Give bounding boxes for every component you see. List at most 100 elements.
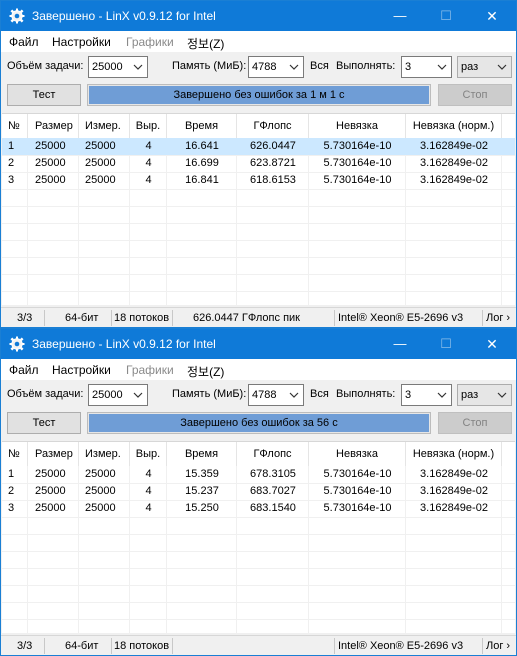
table-row[interactable]: 3 25000 25000 4 16.841 618.6153 5.730164e-10 3.… (2, 172, 515, 189)
all-memory-label[interactable]: Вся (310, 60, 329, 72)
memory-combo[interactable]: 4788 (248, 56, 304, 78)
status-separator (44, 638, 45, 654)
minimize-button[interactable]: — (377, 1, 423, 31)
grid-line (2, 585, 515, 586)
column-header[interactable]: Измер. (79, 114, 130, 138)
menu-info[interactable]: 정보(Z) (187, 35, 224, 52)
grid-line (2, 206, 515, 207)
column-header[interactable]: Выр. (130, 114, 167, 138)
progress-text: Завершено без ошибок за 1 м 1 с (173, 89, 345, 101)
column-header[interactable]: Измер. (79, 442, 130, 466)
all-memory-label[interactable]: Вся (310, 388, 329, 400)
table-cell: 5.730164e-10 (323, 157, 392, 169)
status-separator (172, 638, 173, 654)
menu-bar: Файл Настройки Графики 정보(Z) (1, 31, 516, 52)
table-header: № Размер Измер. Выр. Время ГФлопс Невязка Невяз… (2, 114, 515, 138)
grid-line (2, 257, 515, 258)
close-button[interactable]: ✕ (469, 1, 515, 31)
stop-button[interactable]: Стоп (438, 412, 512, 434)
app-gear-icon (9, 336, 25, 352)
status-bar: 3/3 64-бит 18 потоков 626.0447 ГФлопс пи… (1, 307, 516, 327)
table-cell: 3.162849e-02 (420, 485, 488, 497)
menu-file[interactable]: Файл (9, 363, 39, 377)
table-row[interactable]: 1 25000 25000 4 15.359 678.3105 5.730164e-10 3.… (2, 466, 515, 483)
table-cell: 16.841 (185, 174, 219, 186)
menu-charts[interactable]: Графики (126, 363, 174, 377)
column-header[interactable]: ГФлопс (237, 114, 309, 138)
table-cell: 618.6153 (250, 174, 296, 186)
column-header[interactable]: Невязка (норм.) (406, 114, 502, 138)
table-row[interactable]: 1 25000 25000 4 16.641 626.0447 5.730164e-10 3.… (2, 138, 515, 155)
table-cell: 25000 (85, 157, 116, 169)
test-button[interactable]: Тест (7, 412, 81, 434)
test-button[interactable]: Тест (7, 84, 81, 106)
settings-row: Объём задачи: 25000 Память (МиБ): 4788 В… (1, 382, 516, 408)
table-cell: 25000 (35, 140, 66, 152)
status-separator (482, 310, 483, 326)
column-header[interactable]: № (2, 114, 28, 138)
column-header[interactable]: № (2, 442, 28, 466)
column-header[interactable]: Невязка (норм.) (406, 442, 502, 466)
memory-combo[interactable]: 4788 (248, 384, 304, 406)
minimize-button[interactable]: — (377, 329, 423, 359)
problem-size-label: Объём задачи: (7, 388, 84, 400)
maximize-button[interactable]: ☐ (423, 329, 469, 359)
table-cell: 15.237 (185, 485, 219, 497)
run-unit-combo[interactable]: раз (457, 56, 512, 78)
run-unit-combo[interactable]: раз (457, 384, 512, 406)
column-header[interactable]: ГФлопс (237, 442, 309, 466)
run-count-combo[interactable]: 3 (401, 384, 452, 406)
menu-settings[interactable]: Настройки (52, 363, 111, 377)
grid-line (2, 534, 515, 535)
run-count-value: 3 (405, 389, 412, 401)
table-cell: 25000 (85, 485, 116, 497)
column-header[interactable]: Выр. (130, 442, 167, 466)
table-cell: 683.1540 (250, 502, 296, 514)
table-cell: 3 (8, 502, 15, 514)
app-gear-icon (9, 8, 25, 24)
table-cell: 678.3105 (250, 468, 296, 480)
table-cell: 16.699 (185, 157, 219, 169)
table-cell: 4 (145, 140, 152, 152)
menu-settings[interactable]: Настройки (52, 35, 111, 49)
progress-bar: Завершено без ошибок за 1 м 1 с (87, 84, 431, 106)
table-row[interactable]: 2 25000 25000 4 16.699 623.8721 5.730164e-10 3.… (2, 155, 515, 172)
menu-file[interactable]: Файл (9, 35, 39, 49)
grid-line (2, 568, 515, 569)
problem-size-value: 25000 (92, 61, 123, 73)
column-header[interactable]: Невязка (309, 114, 406, 138)
chevron-down-icon (289, 392, 299, 398)
close-button[interactable]: ✕ (469, 329, 515, 359)
run-count-combo[interactable]: 3 (401, 56, 452, 78)
column-header[interactable]: Размер (28, 114, 79, 138)
window-title: Завершено - LinX v0.9.12 for Intel (32, 337, 216, 351)
problem-size-combo[interactable]: 25000 (88, 384, 148, 406)
maximize-button[interactable]: ☐ (423, 1, 469, 31)
grid-line (2, 517, 515, 518)
memory-label: Память (МиБ): (172, 388, 247, 400)
table-header: № Размер Измер. Выр. Время ГФлопс Невязка Невяз… (2, 442, 515, 466)
column-header[interactable]: Размер (28, 442, 79, 466)
log-button[interactable]: Лог › (486, 640, 510, 652)
status-threads: 18 потоков (114, 640, 170, 652)
table-cell: 25000 (35, 468, 66, 480)
status-threads: 18 потоков (114, 312, 170, 324)
title-bar[interactable]: Завершено - LinX v0.9.12 for Intel — ☐ ✕ (1, 329, 516, 359)
grid-line (2, 619, 515, 620)
column-header[interactable]: Время (167, 114, 237, 138)
column-header[interactable]: Время (167, 442, 237, 466)
problem-size-combo[interactable]: 25000 (88, 56, 148, 78)
table-row[interactable]: 3 25000 25000 4 15.250 683.1540 5.730164e-10 3.… (2, 500, 515, 517)
title-bar[interactable]: Завершено - LinX v0.9.12 for Intel — ☐ ✕ (1, 1, 516, 31)
results-table: № Размер Измер. Выр. Время ГФлопс Невязка Невяз… (2, 441, 515, 637)
menu-info[interactable]: 정보(Z) (187, 363, 224, 380)
column-header[interactable]: Невязка (309, 442, 406, 466)
run-count-label: Выполнять: (336, 60, 396, 72)
chevron-down-icon (289, 64, 299, 70)
table-cell: 5.730164e-10 (323, 174, 392, 186)
menu-charts[interactable]: Графики (126, 35, 174, 49)
status-count: 3/3 (17, 640, 33, 652)
table-row[interactable]: 2 25000 25000 4 15.237 683.7027 5.730164e-10 3.… (2, 483, 515, 500)
stop-button[interactable]: Стоп (438, 84, 512, 106)
log-button[interactable]: Лог › (486, 312, 510, 324)
